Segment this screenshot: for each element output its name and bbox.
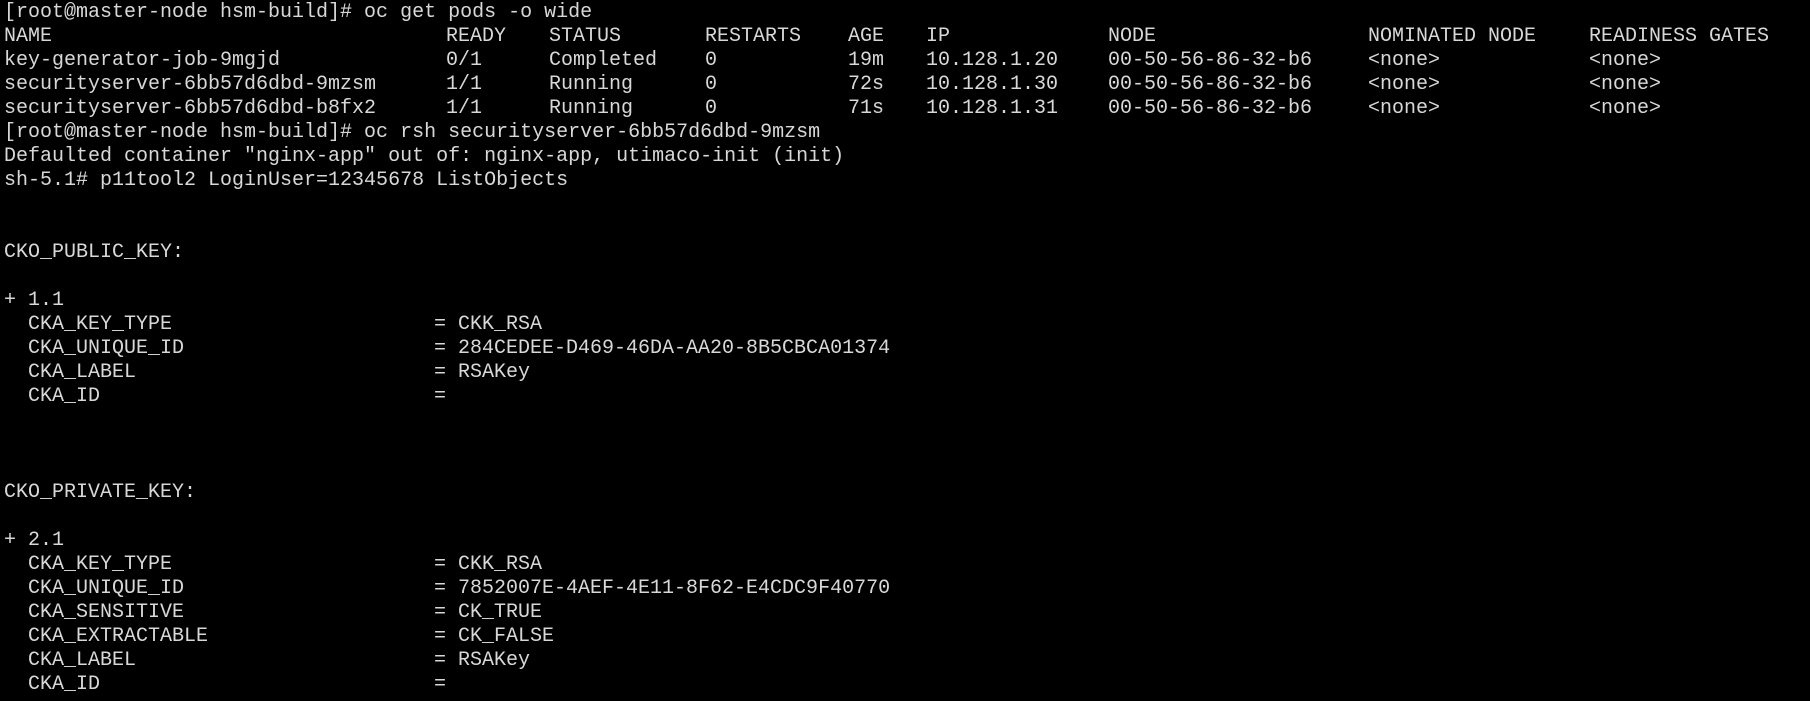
- terminal-window[interactable]: [root@master-node hsm-build]# oc get pod…: [4, 1, 1804, 699]
- pod-ready: 1/1: [446, 97, 483, 120]
- attribute-name: CKA_ID: [4, 673, 101, 696]
- pods-header-row: NAME READY STATUS RESTARTS AGE IP NODE N…: [4, 25, 1804, 49]
- prompt-line: [root@master-node hsm-build]# oc get pod…: [4, 1, 593, 24]
- private-key-object: + 2.1: [4, 529, 65, 552]
- col-nominated-header: NOMINATED NODE: [1368, 25, 1537, 48]
- attribute-name: CKA_EXTRACTABLE: [4, 625, 209, 648]
- table-row: key-generator-job-9mgjd 0/1 Completed 0 …: [4, 49, 1804, 73]
- pod-nominated-node: <none>: [1368, 97, 1441, 120]
- attribute-row: CKA_UNIQUE_ID = 284CEDEE-D469-46DA-AA20-…: [4, 337, 1804, 361]
- pod-readiness-gates: <none>: [1589, 73, 1662, 96]
- col-node-header: NODE: [1108, 25, 1157, 48]
- attribute-name: CKA_LABEL: [4, 649, 137, 672]
- attribute-name: CKA_UNIQUE_ID: [4, 577, 185, 600]
- attribute-row: CKA_SENSITIVE = CK_TRUE: [4, 601, 1804, 625]
- pod-ip: 10.128.1.30: [926, 73, 1059, 96]
- pod-name: securityserver-6bb57d6dbd-9mzsm: [4, 73, 377, 96]
- col-readiness-header: READINESS GATES: [1589, 25, 1770, 48]
- pod-node: 00-50-56-86-32-b6: [1108, 49, 1313, 72]
- shell-prompt-line: sh-5.1# p11tool2 LoginUser=12345678 List…: [4, 169, 569, 192]
- attribute-value: = RSAKey: [434, 649, 531, 672]
- defaulted-container-message: Defaulted container "nginx-app" out of: …: [4, 145, 845, 168]
- col-status-header: STATUS: [549, 25, 622, 48]
- pod-node: 00-50-56-86-32-b6: [1108, 73, 1313, 96]
- pod-age: 72s: [848, 73, 885, 96]
- table-row: securityserver-6bb57d6dbd-9mzsm 1/1 Runn…: [4, 73, 1804, 97]
- attribute-row: CKA_ID =: [4, 385, 1804, 409]
- attribute-row: CKA_EXTRACTABLE = CK_FALSE: [4, 625, 1804, 649]
- attribute-value: =: [434, 673, 447, 696]
- pod-status: Running: [549, 97, 634, 120]
- pod-status: Running: [549, 73, 634, 96]
- public-key-object: + 1.1: [4, 289, 65, 312]
- col-ip-header: IP: [926, 25, 951, 48]
- attribute-value: = 284CEDEE-D469-46DA-AA20-8B5CBCA01374: [434, 337, 891, 360]
- private-key-header: CKO_PRIVATE_KEY:: [4, 481, 197, 504]
- attribute-row: CKA_LABEL = RSAKey: [4, 361, 1804, 385]
- pod-name: key-generator-job-9mgjd: [4, 49, 281, 72]
- pod-ip: 10.128.1.31: [926, 97, 1059, 120]
- pod-age: 19m: [848, 49, 885, 72]
- attribute-name: CKA_KEY_TYPE: [4, 313, 173, 336]
- attribute-value: = CK_FALSE: [434, 625, 555, 648]
- pod-readiness-gates: <none>: [1589, 49, 1662, 72]
- pod-ready: 1/1: [446, 73, 483, 96]
- public-key-header: CKO_PUBLIC_KEY:: [4, 241, 185, 264]
- pod-restarts: 0: [705, 49, 718, 72]
- prompt-line: [root@master-node hsm-build]# oc rsh sec…: [4, 121, 821, 144]
- attribute-row: CKA_LABEL = RSAKey: [4, 649, 1804, 673]
- attribute-value: = CKK_RSA: [434, 553, 543, 576]
- pod-name: securityserver-6bb57d6dbd-b8fx2: [4, 97, 377, 120]
- col-name-header: NAME: [4, 25, 53, 48]
- pod-restarts: 0: [705, 73, 718, 96]
- attribute-name: CKA_ID: [4, 385, 101, 408]
- attribute-name: CKA_LABEL: [4, 361, 137, 384]
- attribute-value: =: [434, 385, 447, 408]
- table-row: securityserver-6bb57d6dbd-b8fx2 1/1 Runn…: [4, 97, 1804, 121]
- pod-age: 71s: [848, 97, 885, 120]
- pod-status: Completed: [549, 49, 658, 72]
- pod-node: 00-50-56-86-32-b6: [1108, 97, 1313, 120]
- attribute-row: CKA_UNIQUE_ID = 7852007E-4AEF-4E11-8F62-…: [4, 577, 1804, 601]
- attribute-value: = CK_TRUE: [434, 601, 543, 624]
- attribute-row: CKA_KEY_TYPE = CKK_RSA: [4, 553, 1804, 577]
- pod-restarts: 0: [705, 97, 718, 120]
- attribute-row: CKA_KEY_TYPE = CKK_RSA: [4, 313, 1804, 337]
- attribute-value: = 7852007E-4AEF-4E11-8F62-E4CDC9F40770: [434, 577, 891, 600]
- attribute-name: CKA_UNIQUE_ID: [4, 337, 185, 360]
- attribute-name: CKA_SENSITIVE: [4, 601, 185, 624]
- col-age-header: AGE: [848, 25, 885, 48]
- pod-readiness-gates: <none>: [1589, 97, 1662, 120]
- col-ready-header: READY: [446, 25, 507, 48]
- col-restarts-header: RESTARTS: [705, 25, 802, 48]
- pod-ready: 0/1: [446, 49, 483, 72]
- attribute-value: = RSAKey: [434, 361, 531, 384]
- pod-ip: 10.128.1.20: [926, 49, 1059, 72]
- attribute-value: = CKK_RSA: [434, 313, 543, 336]
- pod-nominated-node: <none>: [1368, 73, 1441, 96]
- attribute-name: CKA_KEY_TYPE: [4, 553, 173, 576]
- pod-nominated-node: <none>: [1368, 49, 1441, 72]
- attribute-row: CKA_ID =: [4, 673, 1804, 697]
